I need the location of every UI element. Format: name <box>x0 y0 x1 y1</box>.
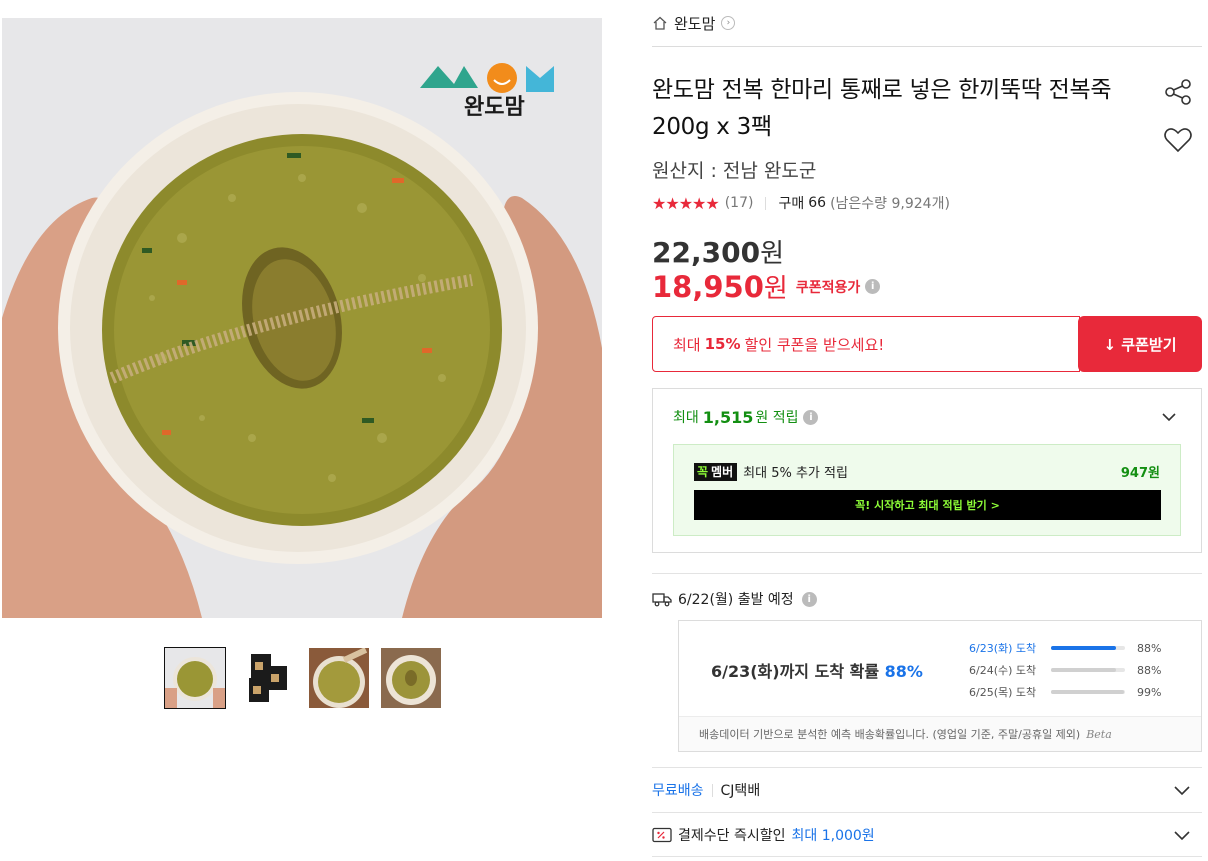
percent-card-icon <box>652 827 672 842</box>
original-price: 22,300원 <box>652 233 784 270</box>
shipping-departure: 6/22(월) 출발 예정 i <box>652 589 817 609</box>
probability-fill <box>1051 646 1117 650</box>
sale-price-value: 18,950 <box>652 269 764 304</box>
logo-sub-text: 완도맘 <box>464 95 525 120</box>
product-info: 완도맘 › 완도맘 전복 한마리 통째로 넣은 한끼뚝딱 전복죽 200g x … <box>652 0 1202 857</box>
truck-icon <box>652 593 672 607</box>
departure-text: 6/22(월) 출발 예정 <box>678 592 794 608</box>
chevron-down-icon[interactable] <box>1172 780 1192 800</box>
payment-max-discount: 최대 1,000원 <box>791 827 875 844</box>
member-start-button[interactable]: 꼭! 시작하고 최대 적립 받기 > <box>694 490 1161 520</box>
delivery-top: 6/23(화)까지 도착 확률 88% 6/23(화) 도착 88% 6/24(… <box>679 621 1201 716</box>
original-price-value: 22,300 <box>652 236 761 269</box>
carrier-label: CJ택배 <box>720 783 761 799</box>
divider <box>652 573 1202 574</box>
purchase-count: 66 <box>808 195 827 211</box>
coupon-msg-percent: 15% <box>704 335 741 353</box>
purchase-label: 구매 <box>778 196 805 212</box>
get-coupon-button[interactable]: ↓ 쿠폰받기 <box>1078 316 1202 372</box>
points-prefix: 최대 <box>673 410 699 426</box>
thumbnail-strip <box>164 647 442 709</box>
delivery-note-text: 배송데이터 기반으로 분석한 예측 배송확률입니다. (영업일 기준, 주말/공… <box>699 728 1081 741</box>
info-icon[interactable]: i <box>801 591 817 607</box>
member-badge-1: 꼭 <box>697 465 709 479</box>
share-icon[interactable] <box>1162 76 1194 108</box>
won-unit: 원 <box>760 239 784 269</box>
probability-value: 99% <box>1137 685 1162 699</box>
thumbnail-1[interactable] <box>164 647 226 709</box>
coupon-banner: 최대 15% 할인 쿠폰을 받으세요! ↓ 쿠폰받기 <box>652 316 1202 372</box>
coupon-applied-label: 쿠폰적용가 <box>795 279 861 296</box>
probability-value: 88% <box>1137 663 1162 677</box>
member-text: 최대 5% 추가 적립 <box>743 466 848 481</box>
product-title: 완도맘 전복 한마리 통째로 넣은 한끼뚝딱 전복죽 200g x 3팩 <box>652 77 1112 140</box>
won-unit: 원 <box>763 274 788 304</box>
coupon-msg-prefix: 최대 <box>673 335 701 354</box>
probability-bar <box>1051 668 1125 672</box>
probability-label: 6/25(목) 도착 <box>969 686 1037 699</box>
breadcrumb-store-link[interactable]: 완도맘 <box>674 13 715 34</box>
sale-price: 18,950 원 쿠폰적용가 i <box>652 268 881 305</box>
probability-row: 6/24(수) 도착 88% <box>969 662 1179 678</box>
heart-icon[interactable] <box>1162 124 1194 156</box>
rating-row: ★★★★★ (17) 구매 66 (남은수량 9,924개) <box>652 193 950 213</box>
points-suffix: 원 적립 <box>755 410 799 426</box>
info-icon[interactable]: i <box>865 279 881 294</box>
payment-discount-row[interactable]: 결제수단 즉시할인 최대 1,000원 <box>652 812 1202 857</box>
thumbnail-2[interactable] <box>236 647 298 709</box>
product-main-image: 완도맘 <box>2 18 602 618</box>
delivery-summary-text: 6/23(화)까지 도착 확률 <box>711 662 880 681</box>
probability-bar <box>1051 690 1125 694</box>
points-amount: 1,515 <box>702 407 754 427</box>
probability-fill <box>1051 668 1117 672</box>
product-origin: 원산지 : 전남 완도군 <box>652 160 817 182</box>
member-amount: 947원 <box>1120 466 1160 481</box>
star-rating[interactable]: ★★★★★ <box>652 194 720 213</box>
shipping-option-row[interactable]: 무료배송 CJ택배 <box>652 767 1202 812</box>
probability-bar <box>1051 646 1125 650</box>
probability-label: 6/23(화) 도착 <box>969 642 1037 655</box>
points-panel: 최대 1,515 원 적립 i 꼭 멤버 최대 5% 추가 적립 947원 꼭! 시작… <box>652 388 1202 553</box>
thumbnail-3[interactable] <box>308 647 370 709</box>
probability-fill <box>1051 690 1125 694</box>
payment-label: 결제수단 즉시할인 <box>678 827 786 844</box>
chevron-down-icon[interactable] <box>1172 825 1192 845</box>
coupon-message: 최대 15% 할인 쿠폰을 받으세요! <box>652 316 1080 372</box>
probability-label: 6/24(수) 도착 <box>969 664 1037 677</box>
thumbnail-4[interactable] <box>380 647 442 709</box>
points-header[interactable]: 최대 1,515 원 적립 i <box>673 407 819 427</box>
free-shipping-label: 무료배송 <box>652 783 704 799</box>
delivery-probability-panel: 6/23(화)까지 도착 확률 88% 6/23(화) 도착 88% 6/24(… <box>678 620 1202 752</box>
divider <box>711 783 713 797</box>
stock-remaining: (남은수량 9,924개) <box>830 196 950 212</box>
chevron-right-icon[interactable]: › <box>721 16 736 30</box>
probability-value: 88% <box>1137 641 1162 655</box>
delivery-summary: 6/23(화)까지 도착 확률 88% <box>711 658 923 682</box>
probability-row: 6/23(화) 도착 88% <box>969 640 1179 656</box>
chevron-down-icon[interactable] <box>1159 407 1179 427</box>
probability-row: 6/25(목) 도착 99% <box>969 684 1179 700</box>
breadcrumb: 완도맘 › <box>652 0 1202 47</box>
divider <box>765 196 767 210</box>
member-row: 꼭 멤버 최대 5% 추가 적립 <box>694 462 848 481</box>
review-count[interactable]: (17) <box>725 195 754 211</box>
member-badge-2: 멤버 <box>711 465 734 479</box>
delivery-summary-percent: 88% <box>884 662 923 681</box>
delivery-note: 배송데이터 기반으로 분석한 예측 배송확률입니다. (영업일 기준, 주말/공… <box>679 716 1201 751</box>
info-icon[interactable]: i <box>803 409 819 425</box>
coupon-msg-suffix: 할인 쿠폰을 받으세요! <box>744 335 885 354</box>
member-promo: 꼭 멤버 최대 5% 추가 적립 947원 꼭! 시작하고 최대 적립 받기 > <box>673 444 1181 536</box>
beta-label: Beta <box>1086 727 1112 741</box>
home-icon[interactable] <box>652 15 668 31</box>
member-badge: 꼭 멤버 <box>694 462 738 481</box>
